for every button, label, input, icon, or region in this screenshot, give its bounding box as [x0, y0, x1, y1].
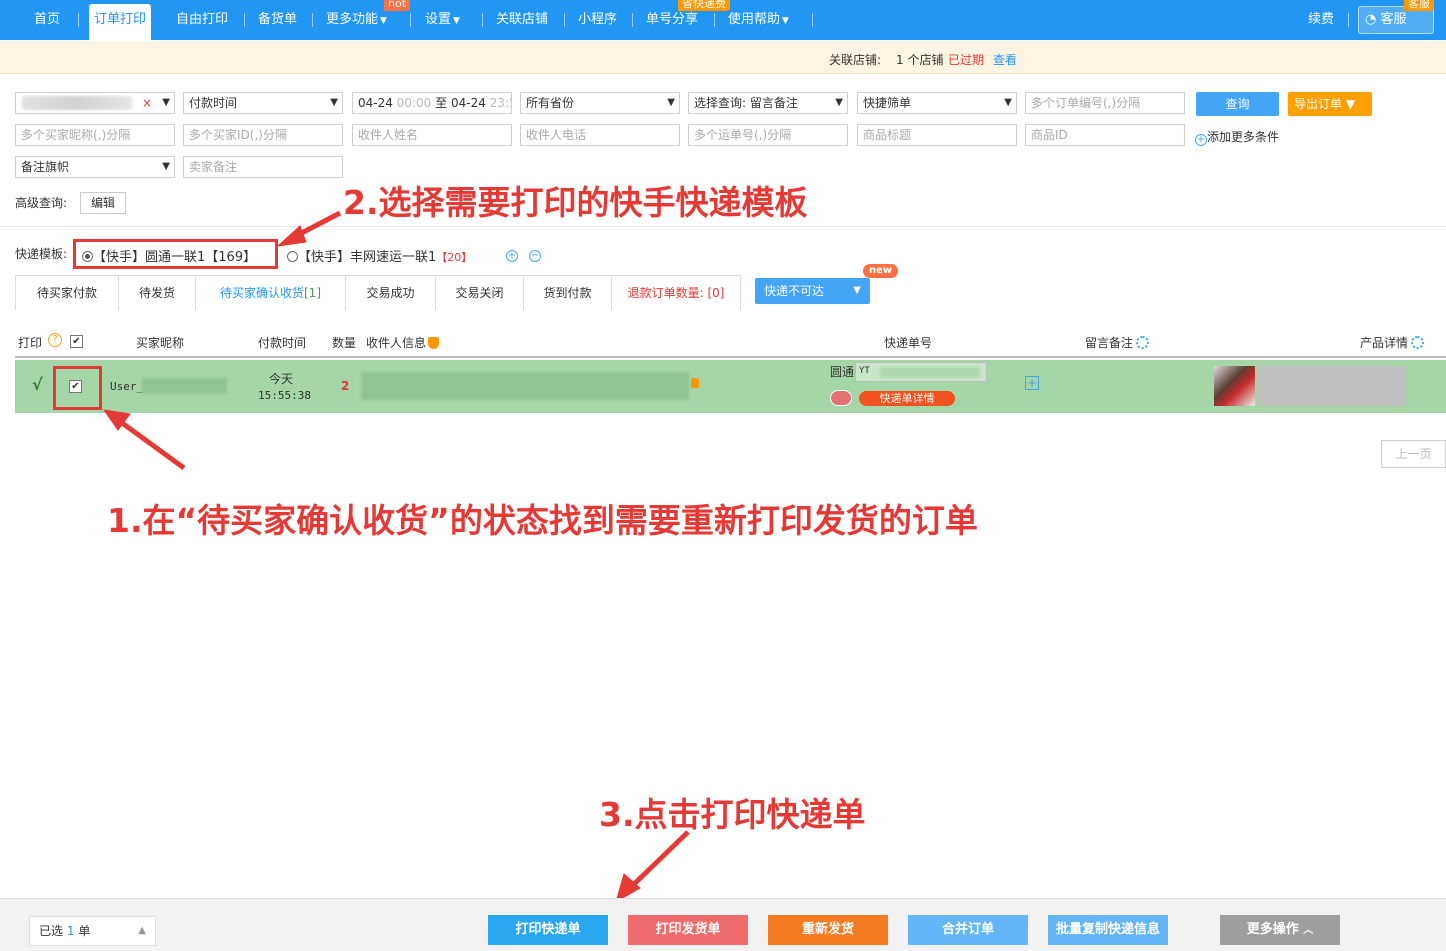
reship-button[interactable]: 重新发货	[768, 915, 888, 945]
merge-orders-button[interactable]: 合并订单	[908, 915, 1028, 945]
selected-count-box[interactable]: 已选 1 单 ▲	[29, 916, 156, 946]
more-actions-label: 更多操作	[1246, 922, 1299, 937]
chevron-up-icon: ▲	[138, 925, 146, 936]
print-express-button[interactable]: 打印快递单	[488, 915, 608, 945]
arrow-to-checkbox	[116, 417, 186, 471]
more-actions-button[interactable]: 更多操作 ︿	[1220, 915, 1340, 945]
chevron-up-icon: ︿	[1303, 925, 1314, 936]
arrow-to-print-button	[628, 830, 690, 890]
annotation-step1: 1.在“待买家确认收货”的状态找到需要重新打印发货的订单	[107, 501, 978, 540]
selected-count: 1	[66, 924, 75, 938]
selected-unit: 单	[78, 924, 91, 938]
selected-prefix: 已选	[39, 924, 64, 938]
batch-copy-button[interactable]: 批量复制快递信息	[1048, 915, 1168, 945]
annotation-step2: 2.选择需要打印的快手快递模板	[343, 183, 808, 222]
bottom-action-bar: 已选 1 单 ▲ 打印快递单 打印发货单 重新发货 合并订单 批量复制快递信息 …	[0, 898, 1446, 951]
arrowhead	[276, 225, 307, 247]
print-delivery-button[interactable]: 打印发货单	[628, 915, 748, 945]
annotation-step3: 3.点击打印快递单	[599, 795, 866, 834]
